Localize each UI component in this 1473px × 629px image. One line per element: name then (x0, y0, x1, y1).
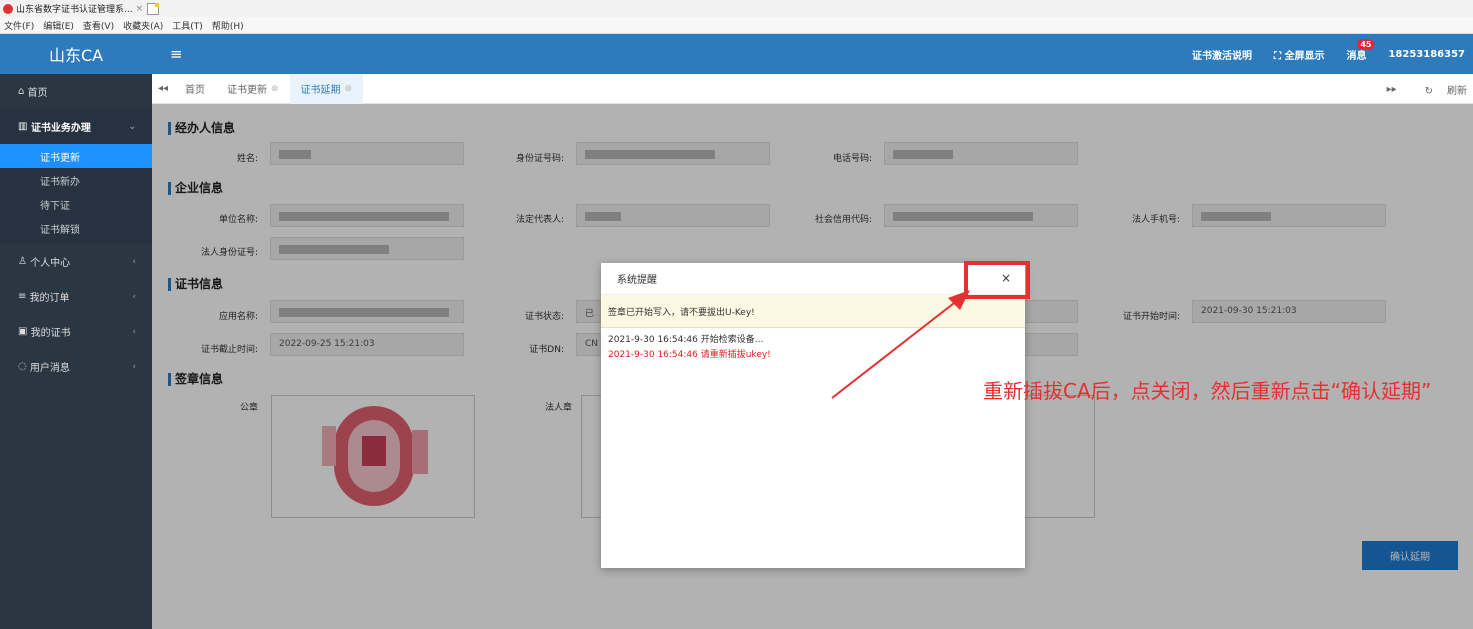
annotation-text: 重新插拔CA后，点关闭，然后重新点击“确认延期” (983, 379, 1432, 403)
sidebar-item-cert-business[interactable]: ▥ 证书业务办理 ⌄ (0, 109, 152, 144)
certificate-icon: ▣ (18, 326, 31, 337)
menu-lines-icon: ≡ (18, 291, 30, 302)
user-phone[interactable]: 18253186357 (1388, 49, 1465, 60)
sidebar: ⌂ 首页 ▥ 证书业务办理 ⌄ 证书更新 证书新办 待下证 证书解锁 ♙ 个人中… (0, 74, 152, 629)
sidebar-item-user-messages[interactable]: ◌ 用户消息 ‹ (0, 349, 152, 384)
scroll-right-icon[interactable]: ▸▸ (1387, 84, 1397, 95)
home-icon: ⌂ (18, 86, 28, 97)
sidebar-sub-pending[interactable]: 待下证 (0, 192, 152, 216)
sidebar-item-label: 证书业务办理 (30, 123, 91, 134)
sidebar-item-label: 我的订单 (29, 293, 70, 304)
close-tab-icon[interactable]: ⊗ (271, 84, 279, 94)
new-tab-icon[interactable] (147, 2, 160, 15)
tab-label: 证书更新 (227, 85, 267, 96)
app-logo[interactable]: 山东CA (0, 34, 152, 74)
browser-tab[interactable]: 山东省数字证书认证管理系... × (3, 1, 143, 16)
chevron-left-icon: ‹ (132, 361, 136, 372)
tab-home[interactable]: 首页 (174, 74, 216, 104)
menu-favorites[interactable]: 收藏夹(A) (123, 19, 163, 32)
chevron-down-icon: ⌄ (128, 121, 136, 132)
chat-icon: ◌ (18, 361, 30, 372)
sidebar-item-home[interactable]: ⌂ 首页 (0, 74, 152, 109)
sidebar-item-label: 用户消息 (29, 363, 70, 374)
sidebar-item-my-certs[interactable]: ▣ 我的证书 ‹ (0, 314, 152, 349)
menu-view[interactable]: 查看(V) (83, 19, 114, 32)
sidebar-item-label: 首页 (27, 88, 48, 99)
menu-file[interactable]: 文件(F) (4, 19, 34, 32)
close-tab-icon[interactable]: × (136, 4, 144, 14)
sidebar-group-cert-business: ▥ 证书业务办理 ⌄ 证书更新 证书新办 待下证 证书解锁 (0, 109, 152, 244)
menu-toggle-icon[interactable]: ≡ (170, 45, 183, 63)
menu-tools[interactable]: 工具(T) (172, 19, 203, 32)
scroll-left-icon[interactable]: ◂◂ (152, 83, 174, 94)
menu-help[interactable]: 帮助(H) (212, 19, 244, 32)
sidebar-sub-cert-unlock[interactable]: 证书解锁 (0, 216, 152, 240)
header-actions: 证书激活说明 ⛶ 全屏显示 消息 45 18253186357 (1170, 34, 1465, 74)
tabs-actions: ▸▸ ↻ 刷新 (1373, 74, 1467, 104)
tab-cert-extend[interactable]: 证书延期 ⊗ (289, 73, 364, 104)
sidebar-sub-cert-renew[interactable]: 证书更新 (0, 144, 152, 168)
list-icon: ▥ (18, 121, 31, 132)
user-icon: ♙ (18, 256, 31, 267)
messages-button[interactable]: 消息 45 (1346, 38, 1375, 62)
chevron-left-icon: ‹ (132, 291, 136, 302)
top-header: 山东CA ≡ 证书激活说明 ⛶ 全屏显示 消息 45 18253186357 (0, 34, 1473, 74)
tab-cert-renew[interactable]: 证书更新 ⊗ (216, 74, 290, 104)
page-tabs: ◂◂ 首页 证书更新 ⊗ 证书延期 ⊗ ▸▸ ↻ 刷新 (152, 73, 1473, 104)
sidebar-item-my-orders[interactable]: ≡ 我的订单 ‹ (0, 279, 152, 314)
activation-guide-link[interactable]: 证书激活说明 (1192, 47, 1252, 62)
sidebar-item-label: 个人中心 (30, 258, 71, 269)
fullscreen-label: 全屏显示 (1284, 50, 1325, 62)
browser-tab-bar: 山东省数字证书认证管理系... × (0, 0, 1473, 17)
fullscreen-icon: ⛶ (1273, 50, 1285, 62)
messages-label: 消息 (1346, 50, 1367, 62)
tab-label: 证书延期 (300, 85, 341, 96)
refresh-icon: ↻ (1424, 85, 1433, 97)
chevron-left-icon: ‹ (132, 326, 136, 337)
message-count-badge: 45 (1357, 38, 1375, 50)
menu-bar: 文件(F) 编辑(E) 查看(V) 收藏夹(A) 工具(T) 帮助(H) (0, 17, 1473, 34)
sidebar-item-label: 我的证书 (30, 328, 71, 339)
fullscreen-button[interactable]: ⛶ 全屏显示 (1274, 47, 1324, 62)
refresh-button[interactable]: ↻ 刷新 (1411, 82, 1467, 97)
sidebar-sub-cert-new[interactable]: 证书新办 (0, 168, 152, 192)
annotation-arrow-icon (831, 290, 970, 399)
chevron-left-icon: ‹ (132, 256, 136, 267)
sidebar-item-personal-center[interactable]: ♙ 个人中心 ‹ (0, 244, 152, 279)
refresh-label: 刷新 (1447, 85, 1467, 97)
close-tab-icon[interactable]: ⊗ (345, 84, 353, 94)
site-logo-icon (3, 3, 13, 14)
menu-edit[interactable]: 编辑(E) (43, 19, 74, 32)
browser-tab-title: 山东省数字证书认证管理系... (16, 5, 133, 15)
